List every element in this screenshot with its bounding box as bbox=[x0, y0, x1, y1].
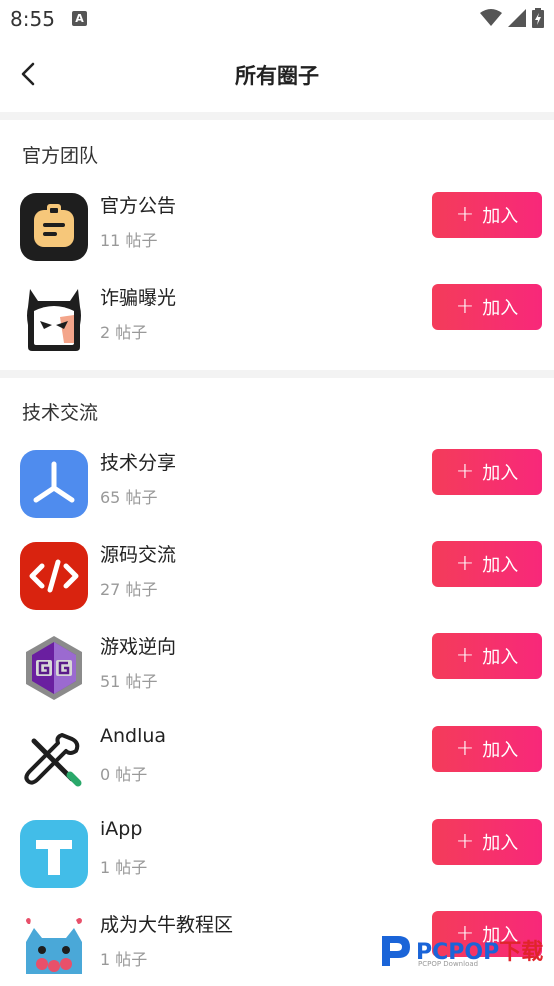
battery-icon bbox=[532, 8, 544, 28]
join-button[interactable]: + 加入 bbox=[432, 541, 542, 587]
announcement-icon bbox=[20, 193, 88, 261]
join-label: 加入 bbox=[482, 833, 519, 854]
section-title-official: 官方团队 bbox=[22, 145, 99, 167]
circle-post-count: 0 帖子 bbox=[100, 765, 148, 784]
pcpop-watermark: PCPOP下载 PCPOP Download bbox=[376, 928, 552, 976]
circle-post-count: 2 帖子 bbox=[100, 323, 148, 342]
join-button[interactable]: + 加入 bbox=[432, 284, 542, 330]
status-bar: 8:55 A bbox=[0, 0, 554, 38]
iapp-icon bbox=[20, 820, 88, 888]
ghost-icon bbox=[20, 285, 88, 353]
code-icon bbox=[20, 542, 88, 610]
join-button[interactable]: + 加入 bbox=[432, 726, 542, 772]
cat-mascot-icon bbox=[20, 912, 88, 980]
circle-row[interactable]: 源码交流 27 帖子 + 加入 bbox=[0, 541, 554, 634]
section-divider bbox=[0, 112, 554, 120]
circle-post-count: 27 帖子 bbox=[100, 580, 158, 599]
share-icon bbox=[20, 450, 88, 518]
join-label: 加入 bbox=[482, 647, 519, 668]
circle-post-count: 11 帖子 bbox=[100, 231, 158, 250]
circle-name: 诈骗曝光 bbox=[100, 287, 177, 309]
join-label: 加入 bbox=[482, 298, 519, 319]
watermark-subtext: PCPOP Download bbox=[418, 960, 479, 968]
join-button[interactable]: + 加入 bbox=[432, 192, 542, 238]
section-divider bbox=[0, 370, 554, 378]
navigation-bar: 所有圈子 bbox=[0, 38, 554, 112]
plus-icon: + bbox=[455, 551, 475, 576]
join-label: 加入 bbox=[482, 740, 519, 761]
status-icons bbox=[480, 8, 544, 28]
circle-name: iApp bbox=[100, 818, 143, 840]
signal-icon bbox=[508, 9, 526, 27]
circle-name: 源码交流 bbox=[100, 544, 177, 566]
page-title: 所有圈子 bbox=[235, 64, 319, 88]
circle-name: 成为大牛教程区 bbox=[100, 914, 234, 936]
join-button[interactable]: + 加入 bbox=[432, 819, 542, 865]
notification-a-icon: A bbox=[72, 11, 87, 26]
circle-row[interactable]: 游戏逆向 51 帖子 + 加入 bbox=[0, 633, 554, 726]
circle-row[interactable]: iApp 1 帖子 + 加入 bbox=[0, 818, 554, 912]
join-label: 加入 bbox=[482, 206, 519, 227]
join-label: 加入 bbox=[482, 555, 519, 576]
circle-name: 技术分享 bbox=[100, 452, 177, 474]
status-time: 8:55 bbox=[10, 7, 55, 31]
circle-row[interactable]: 诈骗曝光 2 帖子 + 加入 bbox=[0, 284, 554, 377]
circle-name: Andlua bbox=[100, 725, 167, 747]
plus-icon: + bbox=[455, 643, 475, 668]
join-label: 加入 bbox=[482, 463, 519, 484]
plus-icon: + bbox=[455, 829, 475, 854]
pcpop-logo-icon bbox=[376, 930, 416, 970]
circle-post-count: 1 帖子 bbox=[100, 858, 148, 877]
gameguardian-icon bbox=[20, 634, 88, 702]
circle-row[interactable]: 技术分享 65 帖子 + 加入 bbox=[0, 449, 554, 542]
circle-post-count: 1 帖子 bbox=[100, 950, 148, 969]
join-button[interactable]: + 加入 bbox=[432, 449, 542, 495]
watermark-text-red: 下载 bbox=[499, 940, 544, 965]
wifi-icon bbox=[480, 9, 502, 26]
plus-icon: + bbox=[455, 459, 475, 484]
section-title-tech: 技术交流 bbox=[22, 402, 99, 424]
circle-post-count: 65 帖子 bbox=[100, 488, 158, 507]
circle-post-count: 51 帖子 bbox=[100, 672, 158, 691]
circle-row[interactable]: 官方公告 11 帖子 + 加入 bbox=[0, 192, 554, 285]
circle-name: 官方公告 bbox=[100, 195, 177, 217]
plus-icon: + bbox=[455, 736, 475, 761]
plus-icon: + bbox=[455, 294, 475, 319]
circle-name: 游戏逆向 bbox=[100, 636, 177, 658]
plus-icon: + bbox=[455, 202, 475, 227]
tools-icon bbox=[20, 727, 88, 795]
join-button[interactable]: + 加入 bbox=[432, 633, 542, 679]
circle-row[interactable]: Andlua 0 帖子 + 加入 bbox=[0, 725, 554, 819]
